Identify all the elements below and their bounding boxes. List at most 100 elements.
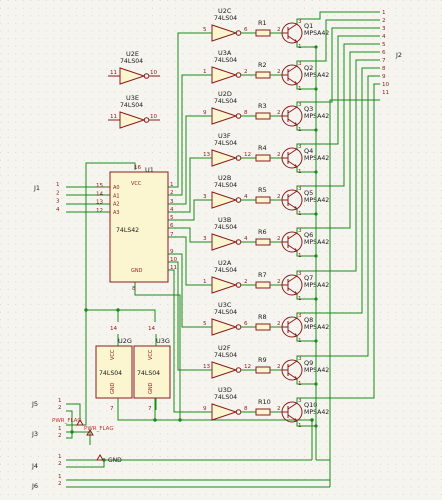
power-unit-gnd-pin: 7 bbox=[110, 406, 114, 412]
transistor-base-pin: 2 bbox=[277, 69, 281, 75]
transistor-value: MPSA42 bbox=[304, 113, 329, 120]
j2-ref: J2 bbox=[395, 51, 402, 59]
inverter-out-pin: 6 bbox=[244, 321, 248, 327]
resistor-symbol bbox=[255, 196, 271, 204]
inverter-in-pin: 5 bbox=[203, 321, 207, 327]
u1-out-pin: 4 bbox=[170, 207, 174, 213]
u1-vcc-label: VCC bbox=[131, 181, 142, 187]
transistor-ref: Q7 bbox=[304, 274, 313, 282]
u1-vcc-pin: 16 bbox=[134, 165, 142, 171]
j1-pin-num: 1 bbox=[56, 182, 60, 188]
inverter-value: 74LS04 bbox=[214, 267, 237, 274]
resistor-ref: R4 bbox=[258, 144, 267, 152]
svg-text:1: 1 bbox=[58, 474, 62, 480]
j1-ref: J1 bbox=[33, 184, 40, 192]
resistor-symbol bbox=[255, 366, 271, 374]
u1-gnd-pin: 8 bbox=[132, 286, 136, 292]
inverter-ref: U2D bbox=[218, 90, 232, 98]
u1-pin-name: A0 bbox=[113, 185, 120, 191]
inverter-in-pin: 13 bbox=[203, 152, 211, 158]
inverter-value: 74LS04 bbox=[214, 182, 237, 189]
u1-pin-name: A2 bbox=[113, 202, 120, 208]
svg-text:1: 1 bbox=[58, 426, 62, 432]
gnd-net-label: GND bbox=[108, 457, 122, 464]
u1-ref: U1 bbox=[145, 166, 154, 174]
transistor-collector-pin: 3 bbox=[298, 144, 302, 150]
inverter-ref: U3C bbox=[218, 301, 232, 309]
svg-text:2: 2 bbox=[58, 433, 62, 439]
u1-out-pin: 5 bbox=[170, 215, 174, 221]
j2-pin-num: 1 bbox=[382, 10, 386, 16]
inverter-out-pin: 6 bbox=[244, 27, 248, 33]
transistor-ref: Q4 bbox=[304, 147, 313, 155]
transistor-value: MPSA42 bbox=[304, 30, 329, 37]
power-unit-vcc-pin: 14 bbox=[148, 326, 156, 332]
inverter-ref: U2F bbox=[218, 344, 231, 352]
u1-pin-name: A1 bbox=[113, 193, 120, 199]
transistor-base-pin: 2 bbox=[277, 236, 281, 242]
u1-out-pin: 9 bbox=[170, 249, 174, 255]
inverter-in-pin: 13 bbox=[203, 364, 211, 370]
inverter-out-pin: 4 bbox=[244, 236, 248, 242]
transistor-base-pin: 2 bbox=[277, 194, 281, 200]
u1-gnd-label: GND bbox=[131, 268, 143, 274]
u1-out-pin: 6 bbox=[170, 223, 174, 229]
power-unit-value: 74LS04 bbox=[99, 370, 122, 377]
power-unit-ref: U3G bbox=[156, 337, 170, 345]
j2-pin-num: 9 bbox=[382, 74, 386, 80]
transistor-collector-pin: 3 bbox=[298, 228, 302, 234]
inverter-ref: U3F bbox=[218, 132, 231, 140]
j2-pin-num: 11 bbox=[382, 90, 390, 96]
inverter-ref: U2B bbox=[218, 174, 231, 182]
inverter-ref: U3D bbox=[218, 386, 232, 394]
pwr-flag-label-2: PWR_FLAG bbox=[84, 426, 114, 432]
transistor-ref: Q5 bbox=[304, 189, 313, 197]
resistor-ref: R3 bbox=[258, 102, 267, 110]
transistor-ref: Q9 bbox=[304, 359, 313, 367]
power-unit-gnd: GND bbox=[148, 382, 154, 394]
j2-pin-num: 7 bbox=[382, 58, 386, 64]
transistor-collector-pin: 3 bbox=[298, 61, 302, 67]
transistor-collector-pin: 3 bbox=[298, 356, 302, 362]
transistor-base-pin: 2 bbox=[277, 321, 281, 327]
inverter-in-pin: 9 bbox=[203, 406, 207, 412]
j1-pin-num: 2 bbox=[56, 190, 60, 196]
transistor-collector-pin: 3 bbox=[298, 271, 302, 277]
spare-in-pin: 11 bbox=[110, 114, 118, 120]
inverter-in-pin: 3 bbox=[203, 194, 207, 200]
transistor-ref: Q3 bbox=[304, 105, 313, 113]
power-unit-gnd-pin: 7 bbox=[148, 406, 152, 412]
u1-pin-num: 13 bbox=[96, 200, 104, 206]
resistor-symbol bbox=[255, 238, 271, 246]
transistor-ref: Q2 bbox=[304, 64, 313, 72]
resistor-symbol bbox=[255, 29, 271, 37]
inverter-out-pin: 2 bbox=[244, 69, 248, 75]
j6-ref: J6 bbox=[31, 482, 38, 490]
inverter-value: 74LS04 bbox=[214, 352, 237, 359]
resistor-symbol bbox=[255, 112, 271, 120]
j1-pin-num: 3 bbox=[56, 199, 60, 205]
transistor-ref: Q8 bbox=[304, 316, 313, 324]
resistor-symbol bbox=[255, 408, 271, 416]
inverter-value: 74LS04 bbox=[214, 98, 237, 105]
transistor-base-pin: 2 bbox=[277, 152, 281, 158]
resistor-ref: R1 bbox=[258, 19, 267, 27]
inverter-out-pin: 12 bbox=[244, 152, 251, 158]
inverter-value: 74LS04 bbox=[214, 224, 237, 231]
pwr-flag-label-1: PWR_FLAG bbox=[52, 418, 82, 424]
spare-value: 74LS04 bbox=[120, 58, 143, 65]
inverter-in-pin: 3 bbox=[203, 236, 207, 242]
resistor-ref: R5 bbox=[258, 186, 267, 194]
transistor-value: MPSA42 bbox=[304, 72, 329, 79]
svg-text:1: 1 bbox=[58, 454, 62, 460]
u1-out-pin: 7 bbox=[170, 232, 174, 238]
inverter-out-pin: 8 bbox=[244, 406, 248, 412]
resistor-ref: R9 bbox=[258, 356, 267, 364]
transistor-value: MPSA42 bbox=[304, 367, 329, 374]
transistor-collector-pin: 3 bbox=[298, 102, 302, 108]
spare-ref: U2E bbox=[126, 50, 139, 58]
svg-text:1: 1 bbox=[58, 398, 62, 404]
resistor-ref: R8 bbox=[258, 313, 267, 321]
resistor-symbol bbox=[255, 154, 271, 162]
power-unit-vcc: VCC bbox=[110, 349, 116, 360]
